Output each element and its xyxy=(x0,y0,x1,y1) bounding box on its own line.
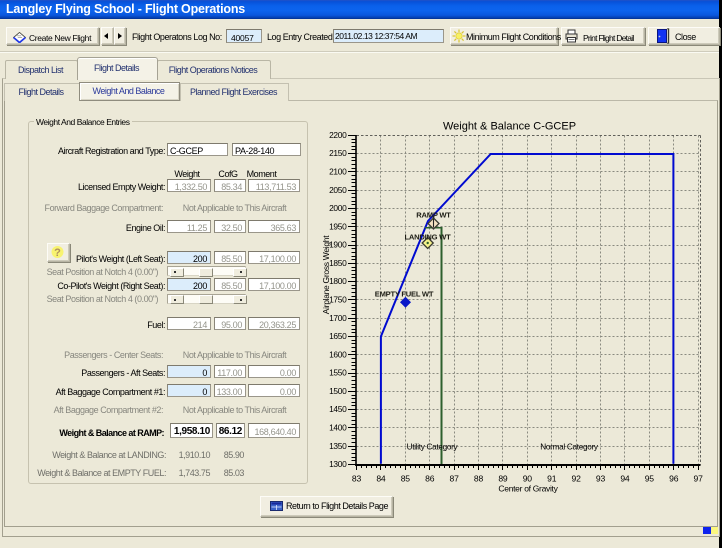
svg-text:2000: 2000 xyxy=(329,203,347,213)
svg-text:Airplane Gross Weight: Airplane Gross Weight xyxy=(321,235,331,315)
svg-text:91: 91 xyxy=(547,474,557,484)
svg-text:2100: 2100 xyxy=(329,167,347,177)
svg-text:95: 95 xyxy=(645,474,655,484)
svg-text:1950: 1950 xyxy=(329,221,347,231)
svg-text:1650: 1650 xyxy=(329,331,347,341)
svg-text:85: 85 xyxy=(401,474,411,484)
svg-text:90: 90 xyxy=(523,474,533,484)
svg-text:94: 94 xyxy=(620,474,630,484)
svg-text:LANDING WT: LANDING WT xyxy=(404,232,451,241)
svg-text:1800: 1800 xyxy=(329,276,347,286)
svg-text:1700: 1700 xyxy=(329,313,347,323)
svg-text:1850: 1850 xyxy=(329,258,347,268)
svg-text:1400: 1400 xyxy=(329,423,347,433)
svg-text:1300: 1300 xyxy=(329,459,347,469)
svg-text:97: 97 xyxy=(694,474,704,484)
svg-text:83: 83 xyxy=(352,474,362,484)
svg-text:93: 93 xyxy=(596,474,606,484)
svg-text:92: 92 xyxy=(572,474,582,484)
svg-text:1500: 1500 xyxy=(329,386,347,396)
svg-text:Center of Gravity: Center of Gravity xyxy=(498,484,558,494)
svg-text:Normal Category: Normal Category xyxy=(540,443,599,452)
svg-text:2200: 2200 xyxy=(329,130,347,140)
svg-text:1550: 1550 xyxy=(329,368,347,378)
svg-text:96: 96 xyxy=(669,474,679,484)
svg-text:2050: 2050 xyxy=(329,185,347,195)
svg-text:1900: 1900 xyxy=(329,240,347,250)
svg-text:84: 84 xyxy=(376,474,386,484)
svg-text:1450: 1450 xyxy=(329,404,347,414)
svg-text:EMPTY FUEL WT: EMPTY FUEL WT xyxy=(375,290,434,299)
svg-text:Utility Category: Utility Category xyxy=(407,443,459,452)
svg-text:1600: 1600 xyxy=(329,349,347,359)
svg-text:Weight & Balance C-GCEP: Weight & Balance C-GCEP xyxy=(443,121,576,133)
svg-text:RAMP WT: RAMP WT xyxy=(416,211,451,220)
svg-text:1350: 1350 xyxy=(329,441,347,451)
svg-text:2150: 2150 xyxy=(329,148,347,158)
svg-text:89: 89 xyxy=(498,474,508,484)
svg-text:87: 87 xyxy=(450,474,460,484)
svg-text:86: 86 xyxy=(425,474,435,484)
svg-text:88: 88 xyxy=(474,474,484,484)
svg-text:1750: 1750 xyxy=(329,295,347,305)
